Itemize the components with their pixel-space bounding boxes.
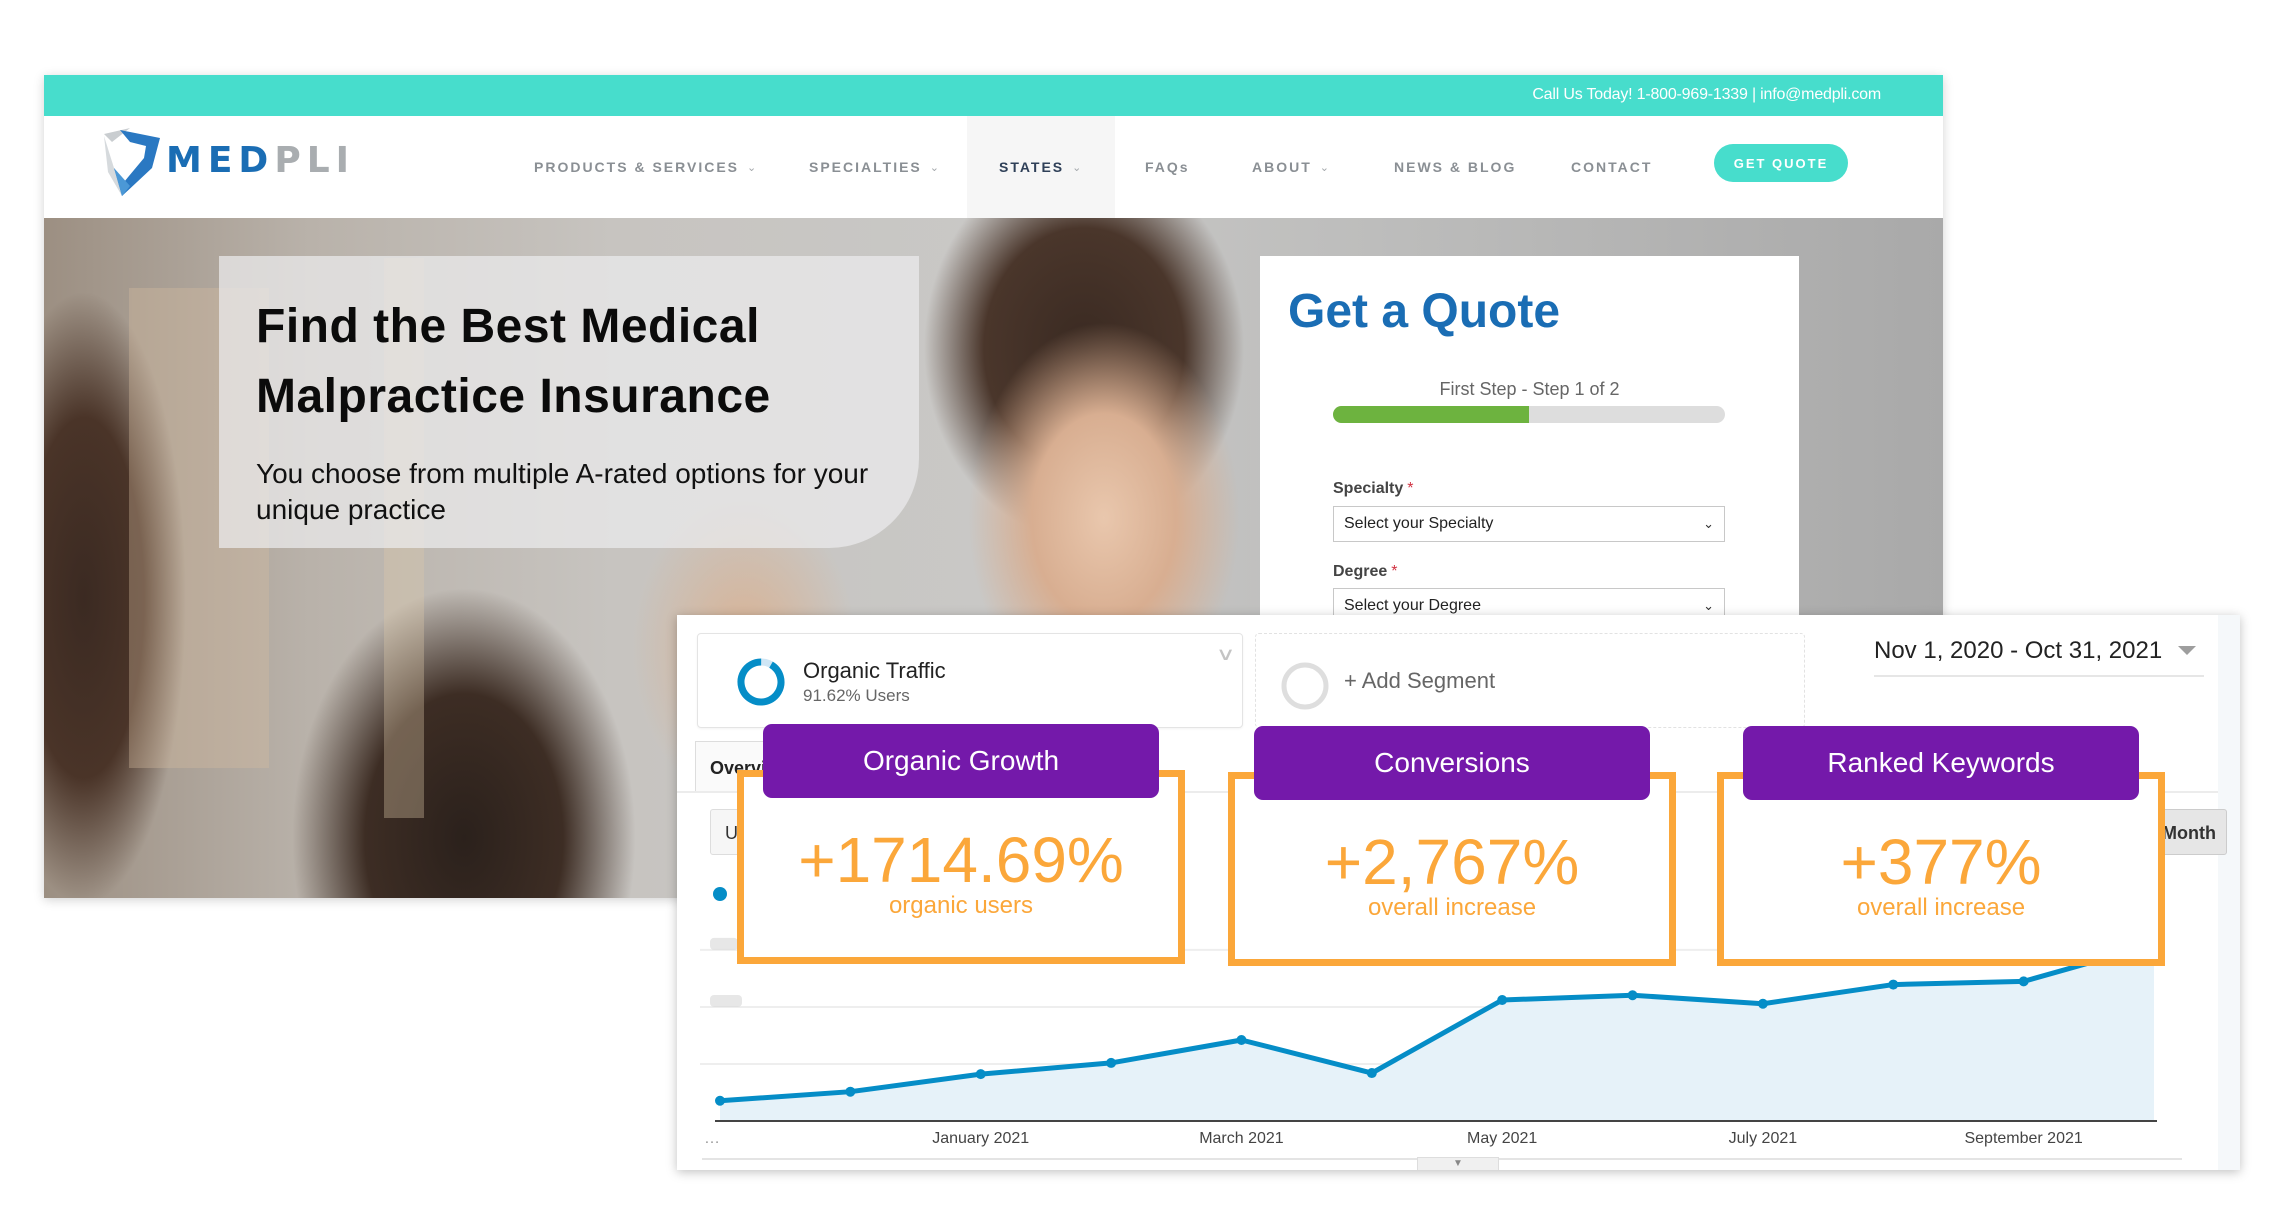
callout-conversions: Conversions +2,767% overall increase [1228,726,1676,966]
chevron-down-icon: ⌄ [929,161,939,174]
data-point [975,1069,986,1080]
required-marker: * [1391,563,1398,580]
callout-caption: overall increase [1856,894,2026,921]
callout-value: +2,767% [1324,826,1580,898]
main-nav: PRODUCTS & SERVICES ⌄ SPECIALTIES ⌄ STATES… [44,116,1943,218]
data-point [1888,979,1899,990]
navbar: MEDPLI PRODUCTS & SERVICES ⌄ SPECIALTIES ⌄… [44,116,1943,218]
nav-states[interactable]: STATES ⌄ [967,116,1116,218]
chevron-down-icon: ⌄ [1072,161,1082,174]
x-tick-label: May 2021 [1467,1130,1537,1147]
quote-form-title: Get a Quote [1288,285,1561,338]
data-point [1497,995,1508,1006]
contact-info[interactable]: Call Us Today! 1-800-969-1339 | info@med… [1532,86,1881,104]
hero-title: Find the Best Medical Malpractice Insura… [256,300,771,423]
callout-value: +1714.69% [798,824,1124,896]
specialty-label: Specialty * [1333,480,1414,497]
step-label: First Step - Step 1 of 2 [1439,379,1620,399]
callout-caption: overall increase [1367,894,1537,921]
expand-toggle[interactable]: ▼ [1417,1157,1499,1170]
data-point [1757,998,1768,1009]
specialty-select[interactable]: Select your Specialty ⌄ [1333,506,1725,542]
x-tick-label: … [704,1130,720,1147]
area-fill [720,944,2154,1121]
callout-ranked-keywords: Ranked Keywords +377% overall increase [1717,726,2165,966]
step-progress-fill [1333,406,1529,423]
hero-subtitle: You choose from multiple A-rated options… [256,458,869,525]
chevron-down-icon: ⌄ [1319,161,1329,174]
callout-title: Organic Growth [763,724,1159,798]
y-tick-label-blurred [710,937,738,950]
callout-title: Ranked Keywords [1743,726,2139,800]
x-tick-label: January 2021 [932,1130,1029,1147]
chevron-down-icon: ⌄ [1703,598,1714,613]
data-point [2018,976,2029,987]
get-quote-button[interactable]: GET QUOTE [1714,144,1848,182]
data-point [715,1095,725,1106]
x-tick-label: September 2021 [1964,1130,2082,1147]
nav-faqs[interactable]: FAQs [1145,116,1190,218]
nav-news-blog[interactable]: NEWS & BLOG [1394,116,1516,218]
top-contact-bar: Call Us Today! 1-800-969-1339 | info@med… [44,75,1943,116]
callout-caption: organic users [888,892,1034,919]
nav-contact[interactable]: CONTACT [1571,116,1652,218]
x-tick-label: March 2021 [1199,1130,1284,1147]
y-tick-label-blurred [710,994,742,1007]
callout-organic-growth: Organic Growth +1714.69% organic users [737,724,1185,964]
data-point [1366,1068,1377,1079]
data-point [845,1086,856,1097]
data-point [1627,990,1638,1001]
chevron-down-icon: ⌄ [747,161,757,174]
nav-specialties[interactable]: SPECIALTIES ⌄ [809,116,939,218]
required-marker: * [1407,480,1414,497]
nav-about[interactable]: ABOUT ⌄ [1252,116,1329,218]
degree-label: Degree * [1333,563,1398,580]
callout-title: Conversions [1254,726,1650,800]
x-tick-label: July 2021 [1729,1130,1798,1147]
nav-products-services[interactable]: PRODUCTS & SERVICES ⌄ [534,116,756,218]
data-point [1106,1057,1117,1068]
hero-text-box: Find the Best Medical Malpractice Insura… [219,256,919,548]
step-progress-bar [1333,406,1725,423]
data-point [1236,1034,1247,1045]
callout-value: +377% [1840,826,2042,898]
chevron-down-icon: ⌄ [1703,516,1714,531]
